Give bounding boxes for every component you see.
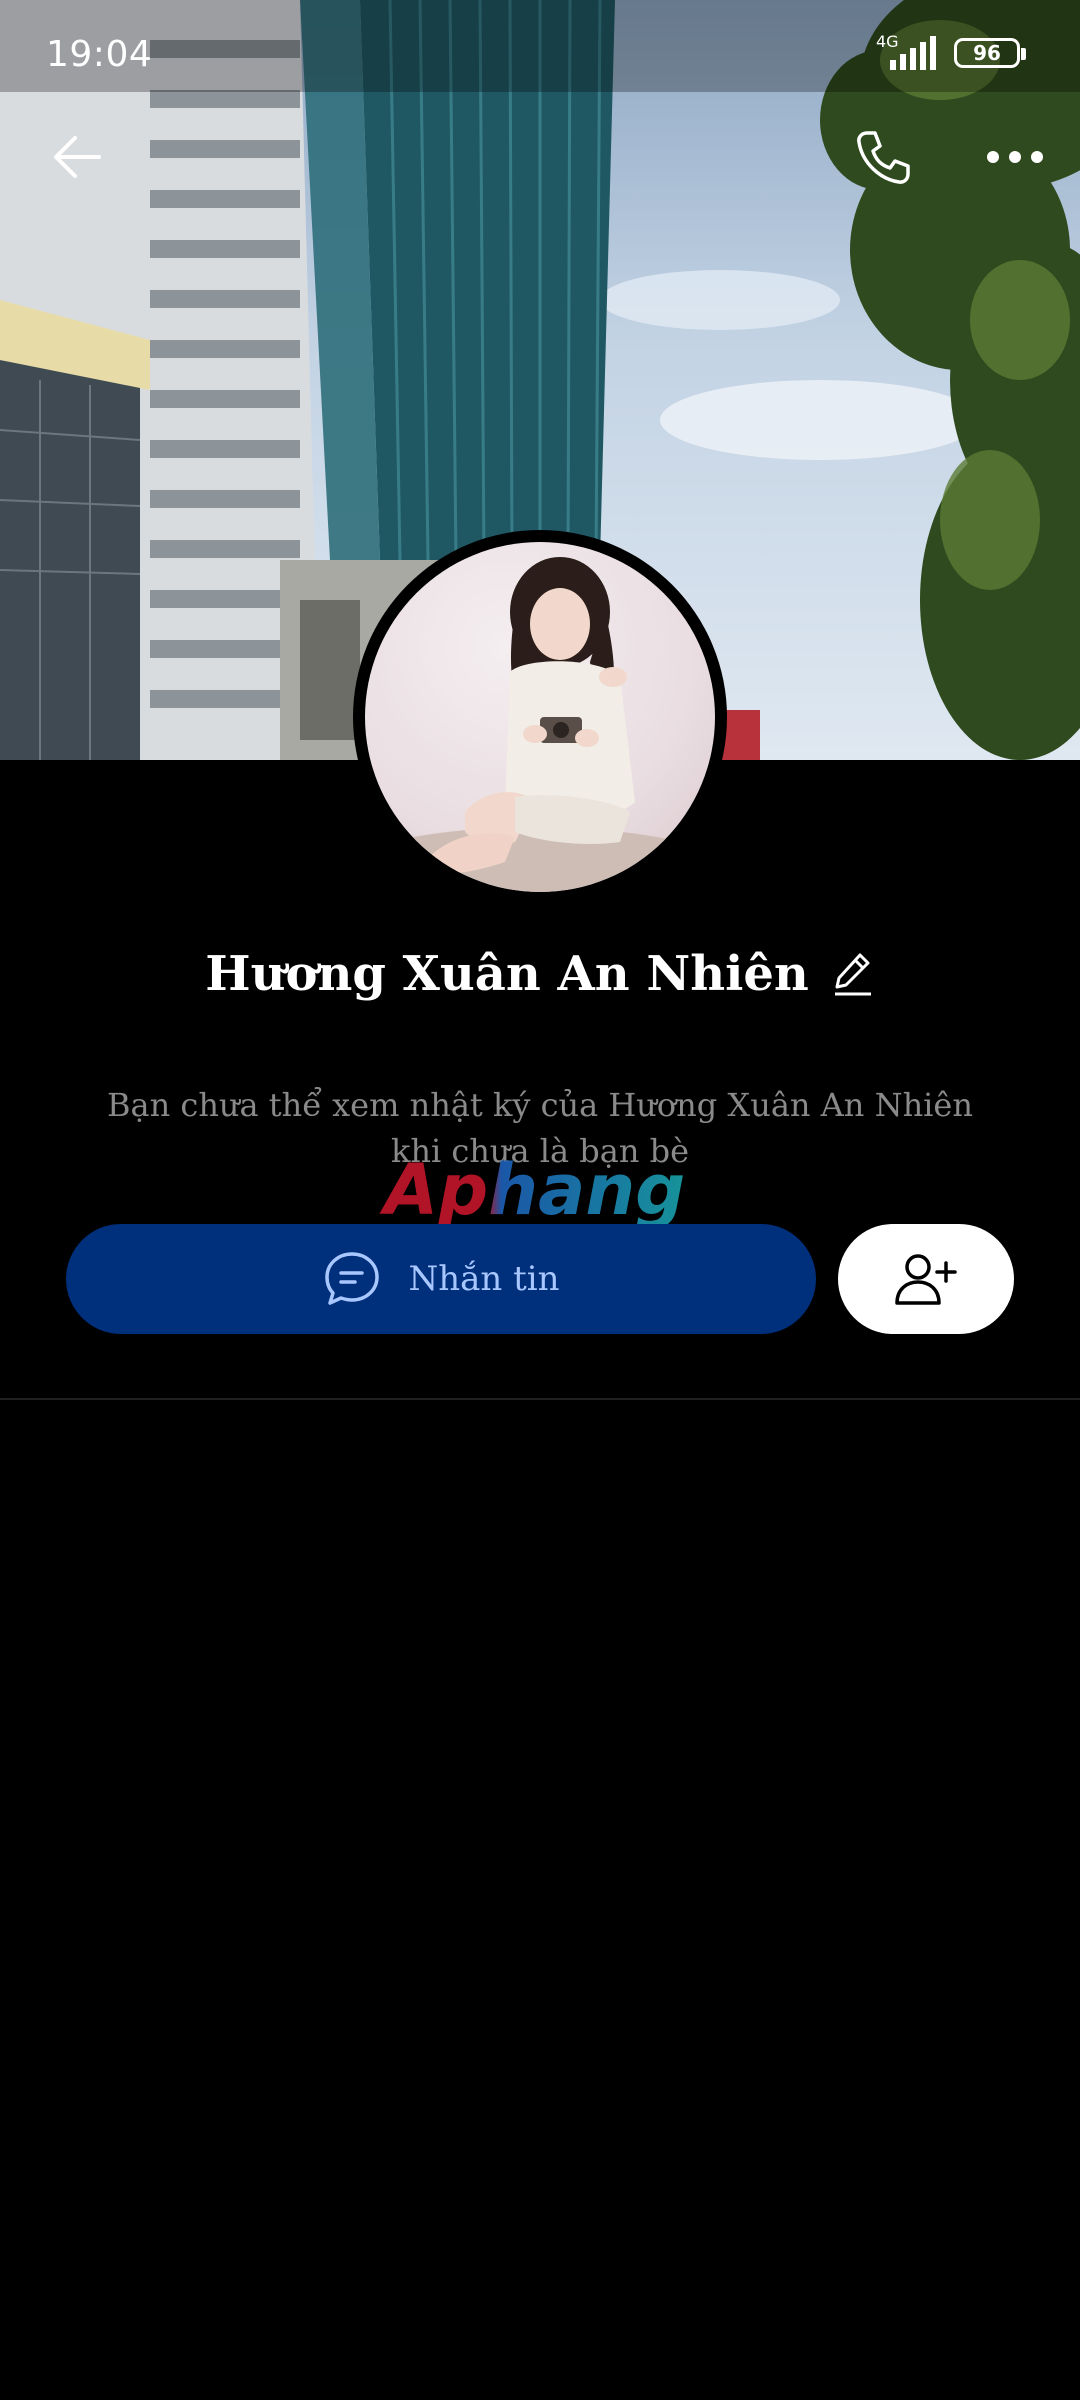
phone-icon (857, 131, 910, 184)
status-time: 19:04 (46, 34, 153, 75)
profile-name-row: Hương Xuân An Nhiên (0, 946, 1080, 1002)
chat-bubble-icon (325, 1252, 380, 1305)
section-divider (0, 1398, 1080, 1400)
call-button[interactable] (846, 120, 920, 194)
back-button[interactable] (40, 120, 114, 194)
signal-icon: 4G (876, 32, 936, 70)
pencil-icon (834, 953, 871, 996)
edit-name-button[interactable] (831, 949, 875, 999)
profile-name: Hương Xuân An Nhiên (205, 946, 809, 1002)
add-user-icon (895, 1254, 957, 1305)
battery-level: 96 (973, 41, 1001, 65)
avatar[interactable] (353, 530, 727, 904)
battery-icon: 96 (954, 38, 1026, 68)
network-type: 4G (876, 32, 899, 51)
add-friend-button[interactable] (838, 1224, 1014, 1334)
message-button[interactable]: Nhắn tin (66, 1224, 816, 1334)
avatar-photo (365, 542, 715, 892)
svg-text:Aphang: Aphang (379, 1150, 685, 1231)
more-button[interactable] (975, 120, 1055, 194)
message-button-label: Nhắn tin (408, 1259, 560, 1299)
arrow-left-icon (54, 136, 101, 178)
more-horizontal-icon (987, 151, 1043, 163)
status-icons: 4G 96 (876, 32, 1026, 70)
